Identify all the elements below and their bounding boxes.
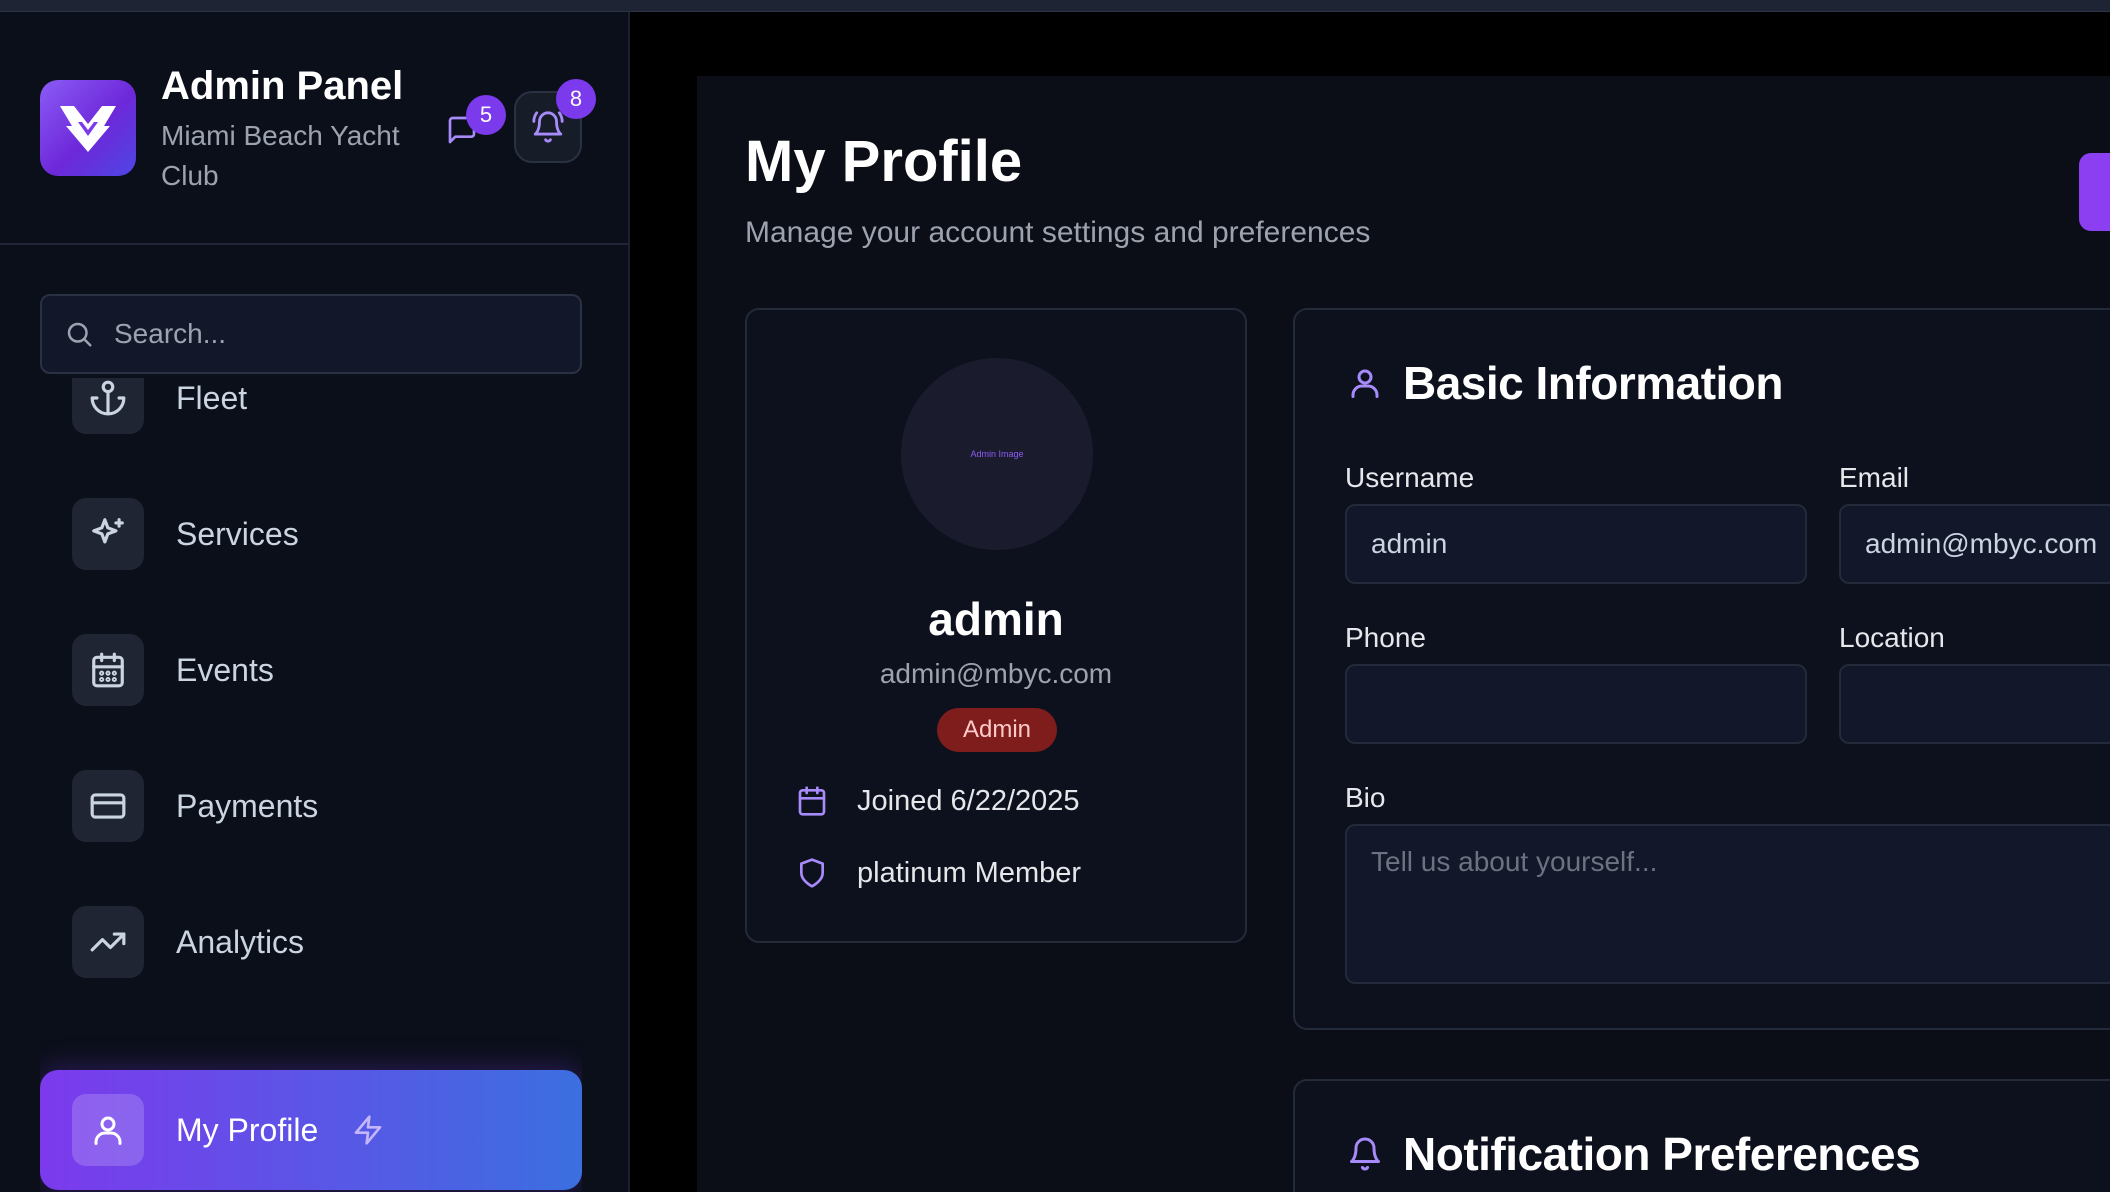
- page-subtitle: Manage your account settings and prefere…: [745, 216, 1371, 249]
- section-title: Basic Information: [1403, 357, 1784, 409]
- app-logo: [40, 80, 136, 176]
- sidebar: Admin Panel Miami Beach Yacht Club 5 8 S…: [0, 12, 630, 1192]
- bio-label: Bio: [1345, 782, 1386, 813]
- messages-count-badge: 5: [466, 95, 506, 135]
- search-input[interactable]: [114, 318, 554, 350]
- sidebar-item-events[interactable]: Events: [40, 610, 582, 730]
- bell-ring-icon: [532, 111, 564, 143]
- username-field[interactable]: [1345, 504, 1807, 584]
- basic-information-card: Basic Information Username Email Phone L…: [1293, 308, 2110, 1030]
- sidebar-item-label: Analytics: [176, 923, 305, 960]
- joined-date: Joined 6/22/2025: [857, 784, 1080, 817]
- sidebar-item-services[interactable]: Services: [40, 474, 582, 594]
- user-icon: [1345, 363, 1385, 403]
- page-title: My Profile: [745, 129, 1023, 194]
- main-content: My Profile Manage your account settings …: [697, 76, 2110, 1192]
- logo-icon: [60, 106, 116, 152]
- lightning-icon: [354, 1115, 382, 1145]
- username-label: Username: [1345, 462, 1475, 493]
- calendar-icon: [795, 784, 829, 818]
- phone-field[interactable]: [1345, 664, 1807, 744]
- sidebar-item-payments[interactable]: Payments: [40, 746, 582, 866]
- role-badge: Admin: [937, 708, 1057, 752]
- membership-row: platinum Member: [795, 856, 1081, 890]
- sidebar-item-label: Events: [176, 651, 274, 688]
- window-top-bar: [0, 0, 2110, 12]
- email-field[interactable]: [1839, 504, 2110, 584]
- location-field[interactable]: [1839, 664, 2110, 744]
- notification-preferences-card: Notification Preferences: [1293, 1079, 2110, 1192]
- bell-icon: [1345, 1134, 1385, 1174]
- sidebar-search[interactable]: [40, 294, 582, 374]
- notification-preferences-header: Notification Preferences: [1345, 1127, 1921, 1181]
- sidebar-item-analytics[interactable]: Analytics: [40, 882, 582, 1002]
- sidebar-item-label: Services: [176, 515, 299, 552]
- profile-email: admin@mbyc.com: [879, 658, 1113, 689]
- profile-summary-card: Admin Image admin admin@mbyc.com Admin J…: [745, 308, 1247, 943]
- email-label: Email: [1839, 462, 1910, 493]
- search-icon: [67, 322, 92, 347]
- credit-card-icon: [72, 770, 144, 842]
- calendar-icon: [72, 634, 144, 706]
- membership-tier: platinum Member: [857, 856, 1082, 889]
- sidebar-item-my-profile[interactable]: My Profile: [40, 1070, 582, 1190]
- avatar-alt-text: Admin Image: [970, 449, 1024, 459]
- anchor-icon: [72, 378, 144, 434]
- basic-information-header: Basic Information: [1345, 356, 1784, 410]
- joined-date-row: Joined 6/22/2025: [795, 784, 1080, 818]
- sparkle-icon: [72, 498, 144, 570]
- trending-up-icon: [72, 906, 144, 978]
- sidebar-nav: Fleet Services Events Payments Analytics…: [40, 378, 582, 1192]
- sidebar-item-label: Payments: [176, 787, 319, 824]
- sidebar-item-fleet[interactable]: Fleet: [40, 378, 582, 458]
- sidebar-header: Admin Panel Miami Beach Yacht Club 5 8: [0, 12, 630, 245]
- organization-name: Miami Beach Yacht Club: [161, 120, 400, 191]
- shield-icon: [795, 856, 829, 890]
- edit-profile-button[interactable]: [2079, 153, 2110, 231]
- profile-name: admin: [928, 593, 1064, 645]
- section-title: Notification Preferences: [1403, 1128, 1921, 1180]
- sidebar-item-label: My Profile: [176, 1111, 319, 1148]
- sidebar-item-label: Fleet: [176, 379, 248, 416]
- notifications-count-badge: 8: [556, 79, 596, 119]
- avatar: Admin Image: [901, 358, 1093, 550]
- location-label: Location: [1839, 622, 1945, 653]
- app-title: Admin Panel: [161, 64, 404, 108]
- user-icon: [72, 1094, 144, 1166]
- phone-label: Phone: [1345, 622, 1426, 653]
- bio-textarea[interactable]: [1345, 824, 2110, 984]
